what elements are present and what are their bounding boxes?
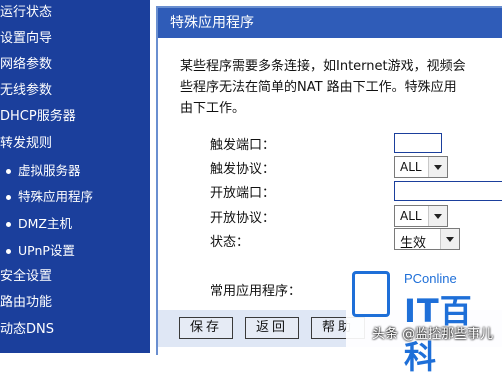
status-select[interactable]: 生效 (394, 228, 460, 251)
open-protocol-label: 开放协议： (210, 211, 276, 226)
sidebar-item-label: UPnP设置 (18, 243, 75, 258)
watermark-caption: 头条 @监控那些事儿 (372, 327, 494, 342)
sidebar-item-label: 特殊应用程序 (18, 189, 94, 204)
open-port-label: 开放端口： (210, 186, 276, 201)
status-value: 生效 (400, 236, 427, 251)
page-title: 特殊应用程序 (170, 15, 254, 31)
bullet-icon (6, 169, 11, 174)
common-apps-label: 常用应用程序： (210, 284, 302, 299)
sidebar-item-setup-wizard[interactable]: 设置向导 (0, 27, 52, 51)
sidebar-item-ddns[interactable]: 动态DNS (0, 318, 54, 342)
back-button[interactable]: 返回 (245, 317, 299, 339)
sidebar-item-label: DMZ主机 (18, 216, 72, 231)
sidebar-item-routing[interactable]: 路由功能 (0, 291, 52, 315)
watermark-brand: PConline (404, 271, 457, 286)
sidebar-nav: 运行状态 设置向导 网络参数 无线参数 DHCP服务器 转发规则 虚拟服务器 特… (0, 0, 150, 353)
trigger-protocol-select[interactable]: ALL (394, 156, 448, 178)
sidebar-item-special-apps[interactable]: 特殊应用程序 (6, 185, 93, 209)
pconline-logo-icon (352, 271, 390, 317)
status-label: 状态： (210, 235, 250, 250)
panel-header: 特殊应用程序 (158, 8, 502, 38)
save-button[interactable]: 保存 (179, 317, 233, 339)
sidebar-item-security[interactable]: 安全设置 (0, 265, 52, 289)
trigger-port-input[interactable] (394, 133, 442, 153)
sidebar-item-network[interactable]: 网络参数 (0, 53, 52, 77)
chevron-down-icon (428, 157, 447, 177)
sidebar-item-forwarding[interactable]: 转发规则 (0, 132, 52, 156)
sidebar-item-dhcp[interactable]: DHCP服务器 (0, 105, 76, 129)
bullet-icon (6, 249, 11, 254)
open-port-input[interactable] (394, 181, 502, 201)
bullet-icon (6, 195, 11, 200)
description-line: 某些程序需要多条连接，如Internet游戏，视频会 (180, 59, 466, 74)
trigger-protocol-label: 触发协议： (210, 162, 276, 177)
open-protocol-value: ALL (400, 209, 422, 223)
description: 某些程序需要多条连接，如Internet游戏，视频会 些程序无法在简单的NAT … (180, 56, 502, 119)
trigger-protocol-value: ALL (400, 160, 422, 174)
chevron-down-icon (440, 229, 459, 249)
sidebar-item-status[interactable]: 运行状态 (0, 1, 52, 25)
chevron-down-icon (428, 206, 447, 226)
description-line: 些程序无法在简单的NAT 路由下工作。特殊应用 (180, 80, 457, 95)
sidebar-item-upnp[interactable]: UPnP设置 (6, 239, 75, 263)
sidebar-item-virtual-server[interactable]: 虚拟服务器 (6, 159, 81, 183)
sidebar-item-wireless[interactable]: 无线参数 (0, 79, 52, 103)
description-line: 由下工作。 (180, 101, 246, 116)
open-protocol-select[interactable]: ALL (394, 205, 448, 227)
trigger-port-label: 触发端口： (210, 138, 276, 153)
bullet-icon (6, 222, 11, 227)
sidebar-item-label: 虚拟服务器 (18, 163, 81, 178)
sidebar-item-dmz[interactable]: DMZ主机 (6, 212, 72, 236)
